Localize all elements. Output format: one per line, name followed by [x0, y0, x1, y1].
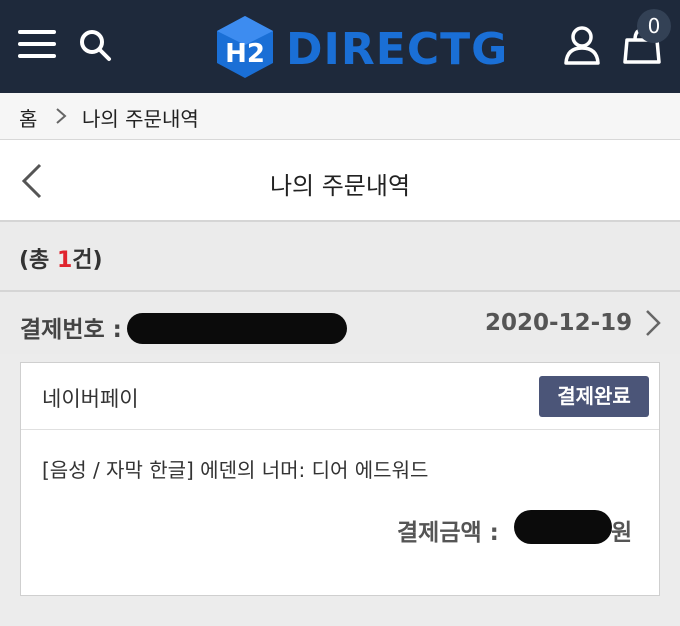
redacted-order-number [127, 313, 347, 344]
amount-label: 결제금액 : [397, 520, 499, 546]
order-count-bar: (총 1건) [0, 222, 680, 292]
redacted-amount [514, 510, 612, 544]
page-title: 나의 주문내역 [269, 172, 411, 200]
breadcrumb: 홈 나의 주문내역 [0, 93, 680, 140]
cart-count-badge: 0 [637, 9, 671, 43]
logo-hexagon-icon: H2 [217, 16, 273, 78]
menu-icon[interactable] [18, 30, 56, 60]
site-logo[interactable]: H2 DIRECTG [214, 14, 507, 80]
chevron-right-icon [56, 108, 67, 124]
order-card[interactable]: 네이버페이 결제완료 [음성 / 자막 한글] 에덴의 너머: 디어 에드워드 … [20, 362, 660, 596]
breadcrumb-home[interactable]: 홈 [19, 103, 37, 132]
search-icon[interactable] [78, 28, 112, 62]
page-header: 나의 주문내역 [0, 140, 680, 222]
payment-method: 네이버페이 [42, 387, 139, 411]
count-suffix: 건) [72, 248, 103, 273]
user-icon[interactable] [563, 25, 601, 65]
product-name[interactable]: [음성 / 자막 한글] 에덴의 너머: 디어 에드워드 [42, 454, 428, 483]
order-date: 2020-12-19 [485, 310, 633, 336]
logo-text: DIRECTG [286, 24, 509, 75]
logo-mark: H2 [225, 39, 265, 69]
status-badge: 결제완료 [539, 376, 649, 417]
currency-unit: 원 [611, 520, 633, 546]
count-number: 1 [56, 248, 73, 273]
order-count: (총 1건) [19, 242, 103, 274]
order-card-header: 네이버페이 결제완료 [21, 363, 659, 430]
top-navigation-bar: H2 DIRECTG 0 [0, 0, 680, 93]
order-number-label: 결제번호 : [20, 317, 122, 343]
chevron-right-icon[interactable] [644, 308, 662, 338]
count-prefix: (총 [19, 248, 57, 273]
breadcrumb-current[interactable]: 나의 주문내역 [82, 103, 199, 132]
